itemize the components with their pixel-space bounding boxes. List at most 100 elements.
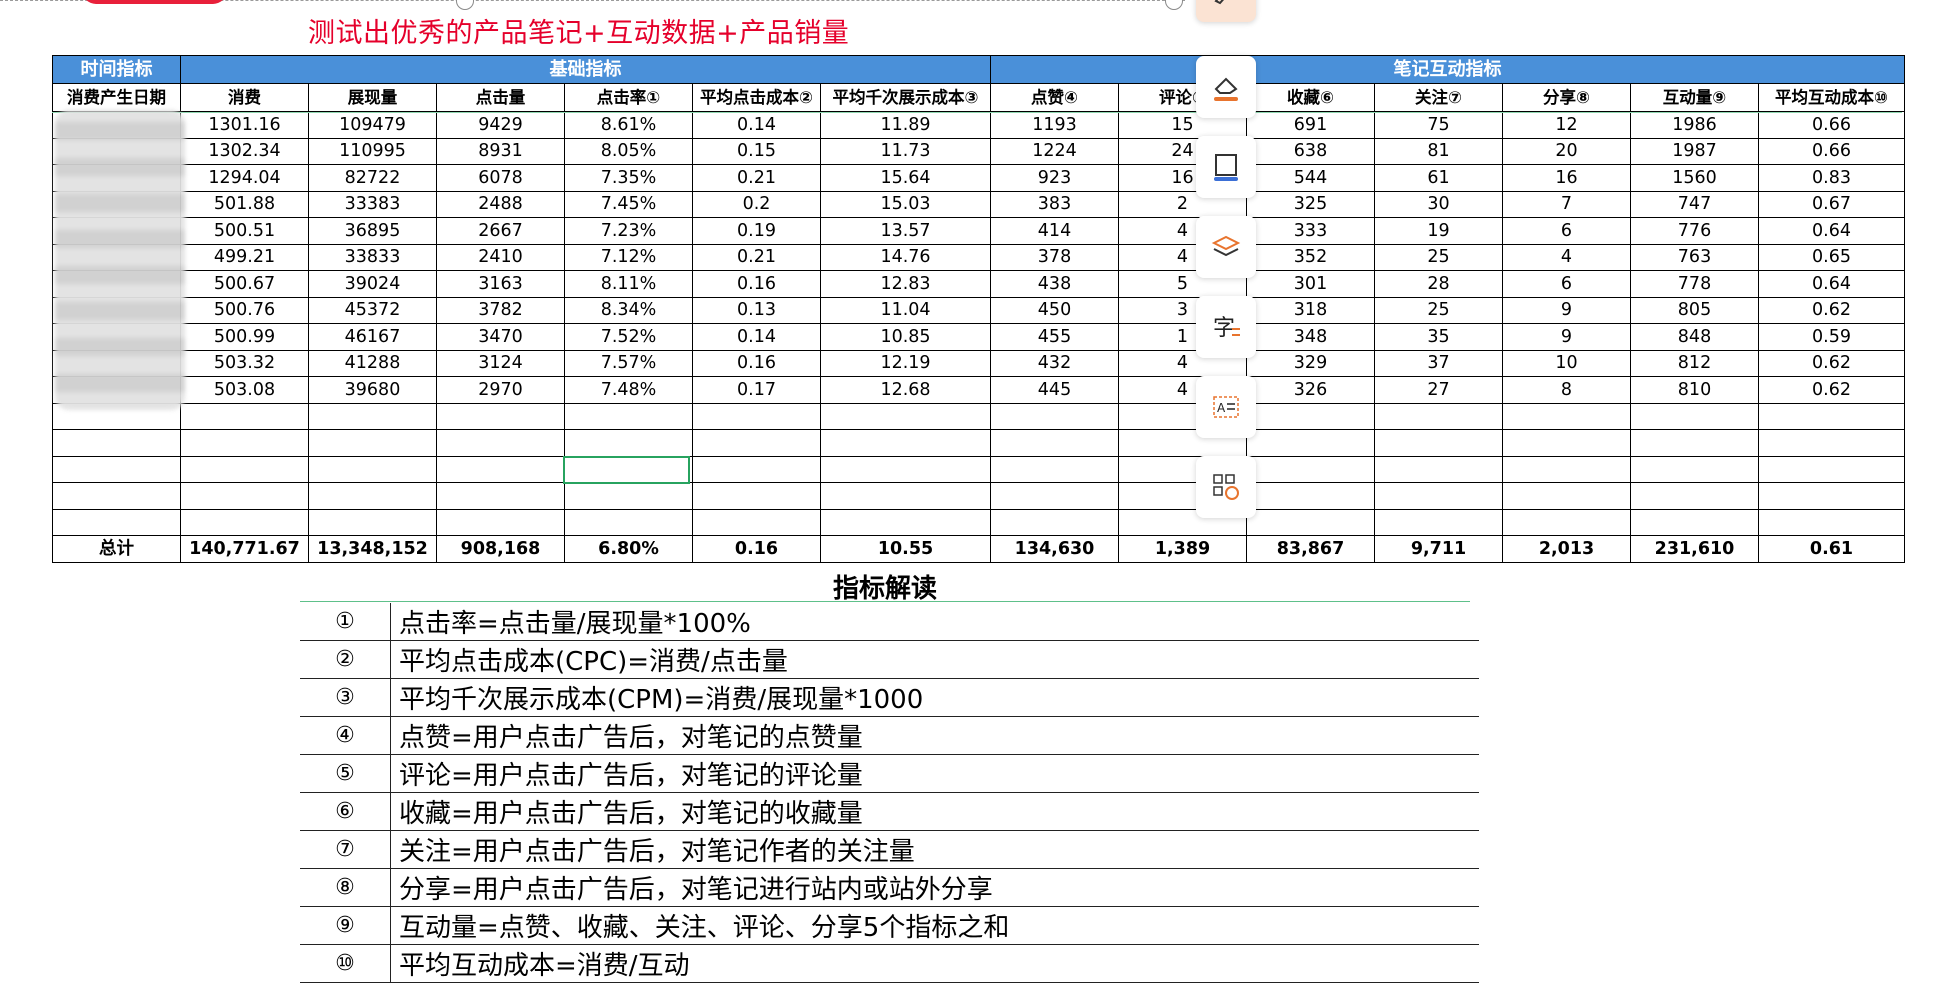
table-cell[interactable]: 1986 bbox=[1630, 111, 1759, 139]
table-cell[interactable] bbox=[1246, 482, 1375, 510]
total-cell[interactable]: 2,013 bbox=[1502, 535, 1631, 563]
table-cell[interactable] bbox=[52, 482, 181, 510]
table-cell[interactable]: 12.19 bbox=[820, 349, 991, 377]
column-header[interactable]: 平均互动成本⑩ bbox=[1758, 83, 1905, 112]
table-cell[interactable]: 0.64 bbox=[1758, 270, 1905, 298]
table-cell[interactable] bbox=[820, 402, 991, 430]
table-cell[interactable]: 747 bbox=[1630, 190, 1759, 218]
table-cell[interactable]: 3470 bbox=[436, 323, 565, 351]
table-cell[interactable] bbox=[52, 455, 181, 483]
table-cell[interactable]: 0.15 bbox=[692, 137, 821, 165]
table-cell[interactable] bbox=[564, 429, 693, 457]
table-cell[interactable]: 455 bbox=[990, 323, 1119, 351]
resize-handle[interactable] bbox=[456, 0, 474, 10]
column-header[interactable]: 展现量 bbox=[308, 83, 437, 112]
table-cell[interactable] bbox=[308, 508, 437, 536]
table-cell[interactable]: 6078 bbox=[436, 164, 565, 192]
table-cell[interactable]: 812 bbox=[1630, 349, 1759, 377]
table-cell[interactable]: 0.67 bbox=[1758, 190, 1905, 218]
table-cell[interactable]: 14.76 bbox=[820, 243, 991, 271]
table-cell[interactable] bbox=[820, 455, 991, 483]
column-header[interactable]: 收藏⑥ bbox=[1246, 83, 1375, 112]
table-cell[interactable]: 0.14 bbox=[692, 323, 821, 351]
table-cell[interactable]: 500.99 bbox=[180, 323, 309, 351]
table-cell[interactable]: 8.05% bbox=[564, 137, 693, 165]
table-cell[interactable]: 500.67 bbox=[180, 270, 309, 298]
table-cell[interactable] bbox=[180, 429, 309, 457]
table-cell[interactable]: 11.89 bbox=[820, 111, 991, 139]
table-cell[interactable]: 503.32 bbox=[180, 349, 309, 377]
table-cell[interactable] bbox=[180, 455, 309, 483]
apps-tool[interactable] bbox=[1196, 456, 1256, 518]
table-cell[interactable] bbox=[1758, 455, 1905, 483]
column-header[interactable]: 关注⑦ bbox=[1374, 83, 1503, 112]
table-cell[interactable] bbox=[1246, 402, 1375, 430]
table-cell[interactable]: 4 bbox=[1502, 243, 1631, 271]
table-cell[interactable]: 16 bbox=[1502, 164, 1631, 192]
table-cell[interactable] bbox=[52, 429, 181, 457]
table-cell[interactable]: 7.52% bbox=[564, 323, 693, 351]
eraser-tool[interactable] bbox=[1196, 56, 1256, 118]
table-cell[interactable]: 352 bbox=[1246, 243, 1375, 271]
table-cell[interactable]: 438 bbox=[990, 270, 1119, 298]
table-cell[interactable]: 45372 bbox=[308, 296, 437, 324]
total-cell[interactable]: 1,389 bbox=[1118, 535, 1247, 563]
table-cell[interactable]: 1193 bbox=[990, 111, 1119, 139]
table-cell[interactable] bbox=[1374, 402, 1503, 430]
table-cell[interactable]: 75 bbox=[1374, 111, 1503, 139]
table-cell[interactable]: 7.35% bbox=[564, 164, 693, 192]
table-cell[interactable]: 378 bbox=[990, 243, 1119, 271]
table-cell[interactable]: 0.66 bbox=[1758, 137, 1905, 165]
table-cell[interactable]: 11.04 bbox=[820, 296, 991, 324]
table-cell[interactable]: 0.62 bbox=[1758, 376, 1905, 404]
table-cell[interactable]: 30 bbox=[1374, 190, 1503, 218]
table-cell[interactable]: 25 bbox=[1374, 243, 1503, 271]
table-cell[interactable]: 0.64 bbox=[1758, 217, 1905, 245]
table-cell[interactable]: 3124 bbox=[436, 349, 565, 377]
table-cell[interactable] bbox=[564, 482, 693, 510]
table-cell[interactable] bbox=[990, 429, 1119, 457]
table-cell[interactable]: 7.12% bbox=[564, 243, 693, 271]
table-cell[interactable]: 1987 bbox=[1630, 137, 1759, 165]
total-cell[interactable]: 140,771.67 bbox=[180, 535, 309, 563]
table-cell[interactable]: 0.16 bbox=[692, 349, 821, 377]
column-header[interactable]: 平均点击成本② bbox=[692, 83, 821, 112]
table-cell[interactable] bbox=[1502, 429, 1631, 457]
table-cell[interactable] bbox=[820, 482, 991, 510]
table-cell[interactable] bbox=[692, 402, 821, 430]
table-cell[interactable]: 8.11% bbox=[564, 270, 693, 298]
table-cell[interactable]: 329 bbox=[1246, 349, 1375, 377]
table-cell[interactable] bbox=[1502, 482, 1631, 510]
table-cell[interactable] bbox=[180, 482, 309, 510]
table-cell[interactable]: 20 bbox=[1502, 137, 1631, 165]
table-cell[interactable]: 1301.16 bbox=[180, 111, 309, 139]
table-cell[interactable] bbox=[692, 429, 821, 457]
table-cell[interactable] bbox=[1758, 402, 1905, 430]
table-cell[interactable]: 638 bbox=[1246, 137, 1375, 165]
table-cell[interactable]: 12.83 bbox=[820, 270, 991, 298]
table-cell[interactable] bbox=[180, 402, 309, 430]
table-cell[interactable] bbox=[692, 455, 821, 483]
table-cell[interactable]: 13.57 bbox=[820, 217, 991, 245]
table-cell[interactable]: 1302.34 bbox=[180, 137, 309, 165]
total-cell[interactable]: 0.61 bbox=[1758, 535, 1905, 563]
table-cell[interactable]: 805 bbox=[1630, 296, 1759, 324]
table-cell[interactable]: 503.08 bbox=[180, 376, 309, 404]
table-cell[interactable]: 432 bbox=[990, 349, 1119, 377]
table-cell[interactable]: 810 bbox=[1630, 376, 1759, 404]
column-header[interactable]: 点击率① bbox=[564, 83, 693, 112]
table-cell[interactable]: 15.03 bbox=[820, 190, 991, 218]
table-cell[interactable] bbox=[308, 402, 437, 430]
table-cell[interactable]: 9429 bbox=[436, 111, 565, 139]
table-cell[interactable]: 501.88 bbox=[180, 190, 309, 218]
table-cell[interactable]: 333 bbox=[1246, 217, 1375, 245]
column-header[interactable]: 点赞④ bbox=[990, 83, 1119, 112]
table-cell[interactable] bbox=[1758, 508, 1905, 536]
table-cell[interactable]: 12 bbox=[1502, 111, 1631, 139]
table-cell[interactable]: 7.23% bbox=[564, 217, 693, 245]
resize-handle[interactable] bbox=[1165, 0, 1183, 10]
table-cell[interactable] bbox=[1374, 482, 1503, 510]
table-cell[interactable] bbox=[308, 482, 437, 510]
table-cell[interactable]: 41288 bbox=[308, 349, 437, 377]
table-cell[interactable]: 10.85 bbox=[820, 323, 991, 351]
